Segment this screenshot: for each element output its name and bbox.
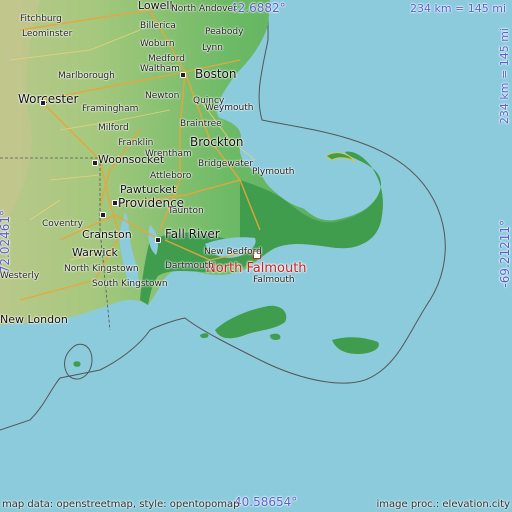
place-label: Waltham: [140, 64, 180, 74]
place-label: Brockton: [190, 135, 244, 149]
city-marker: [180, 72, 186, 78]
place-label: Weymouth: [205, 103, 254, 113]
map-canvas[interactable]: 42.6882° 234 km = 145 mi 234 km = 145 mi…: [0, 0, 512, 512]
coord-right-longitude: -69.21211°: [498, 220, 512, 288]
city-marker: [112, 200, 118, 206]
place-label: Lynn: [202, 43, 223, 53]
place-label: Worcester: [18, 92, 79, 106]
place-label: Coventry: [42, 219, 83, 229]
place-label: Medford: [148, 54, 185, 64]
place-label: Attleboro: [150, 171, 192, 181]
place-label: Newton: [145, 91, 180, 101]
place-label: Wrentham: [145, 149, 192, 159]
place-label: Leominster: [22, 29, 73, 39]
place-label: Falmouth: [253, 275, 295, 285]
place-label: Fitchburg: [20, 14, 62, 24]
place-label: Bridgewater: [198, 159, 253, 169]
city-marker: [155, 237, 161, 243]
coord-left-longitude: -72.02461°: [0, 210, 12, 278]
place-label: Billerica: [140, 21, 176, 31]
place-label: New London: [0, 313, 68, 326]
place-label: Lowell: [138, 0, 173, 12]
place-label: Boston: [195, 67, 237, 81]
place-label: Cranston: [82, 228, 132, 241]
scale-right: 234 km = 145 mi: [498, 28, 511, 125]
city-marker: [92, 160, 98, 166]
city-marker: [40, 100, 46, 106]
scale-top: 234 km = 145 mi: [410, 2, 507, 15]
place-label: Fall River: [165, 227, 220, 241]
coord-bottom-latitude: 40.58654°: [234, 495, 298, 509]
place-label: North Andover: [171, 4, 237, 14]
city-marker: [100, 212, 106, 218]
place-label: Milford: [98, 123, 129, 133]
place-label: Peabody: [205, 27, 244, 37]
place-label: Warwick: [72, 246, 118, 259]
place-label: Woburn: [140, 39, 175, 49]
place-label: South Kingstown: [92, 279, 168, 289]
place-label: Franklin: [118, 138, 154, 148]
place-label: Framingham: [82, 104, 139, 114]
credit-map-data: map data: openstreetmap, style: opentopo…: [2, 499, 240, 510]
place-label: Marlborough: [58, 71, 115, 81]
place-label: North Kingstown: [64, 264, 139, 274]
place-label: New Bedford: [204, 247, 262, 257]
place-label: Braintree: [180, 119, 222, 129]
place-label: Pawtucket: [120, 183, 177, 196]
place-label: Dartmouth: [165, 261, 214, 271]
credit-image-processing: image proc.: elevation.city: [376, 499, 511, 510]
place-label: Taunton: [168, 206, 204, 216]
coord-top-latitude: 42.6882°: [230, 1, 286, 15]
place-label: Westerly: [0, 271, 40, 281]
highlighted-place-label: North Falmouth: [206, 261, 307, 276]
place-label: Plymouth: [252, 167, 295, 177]
